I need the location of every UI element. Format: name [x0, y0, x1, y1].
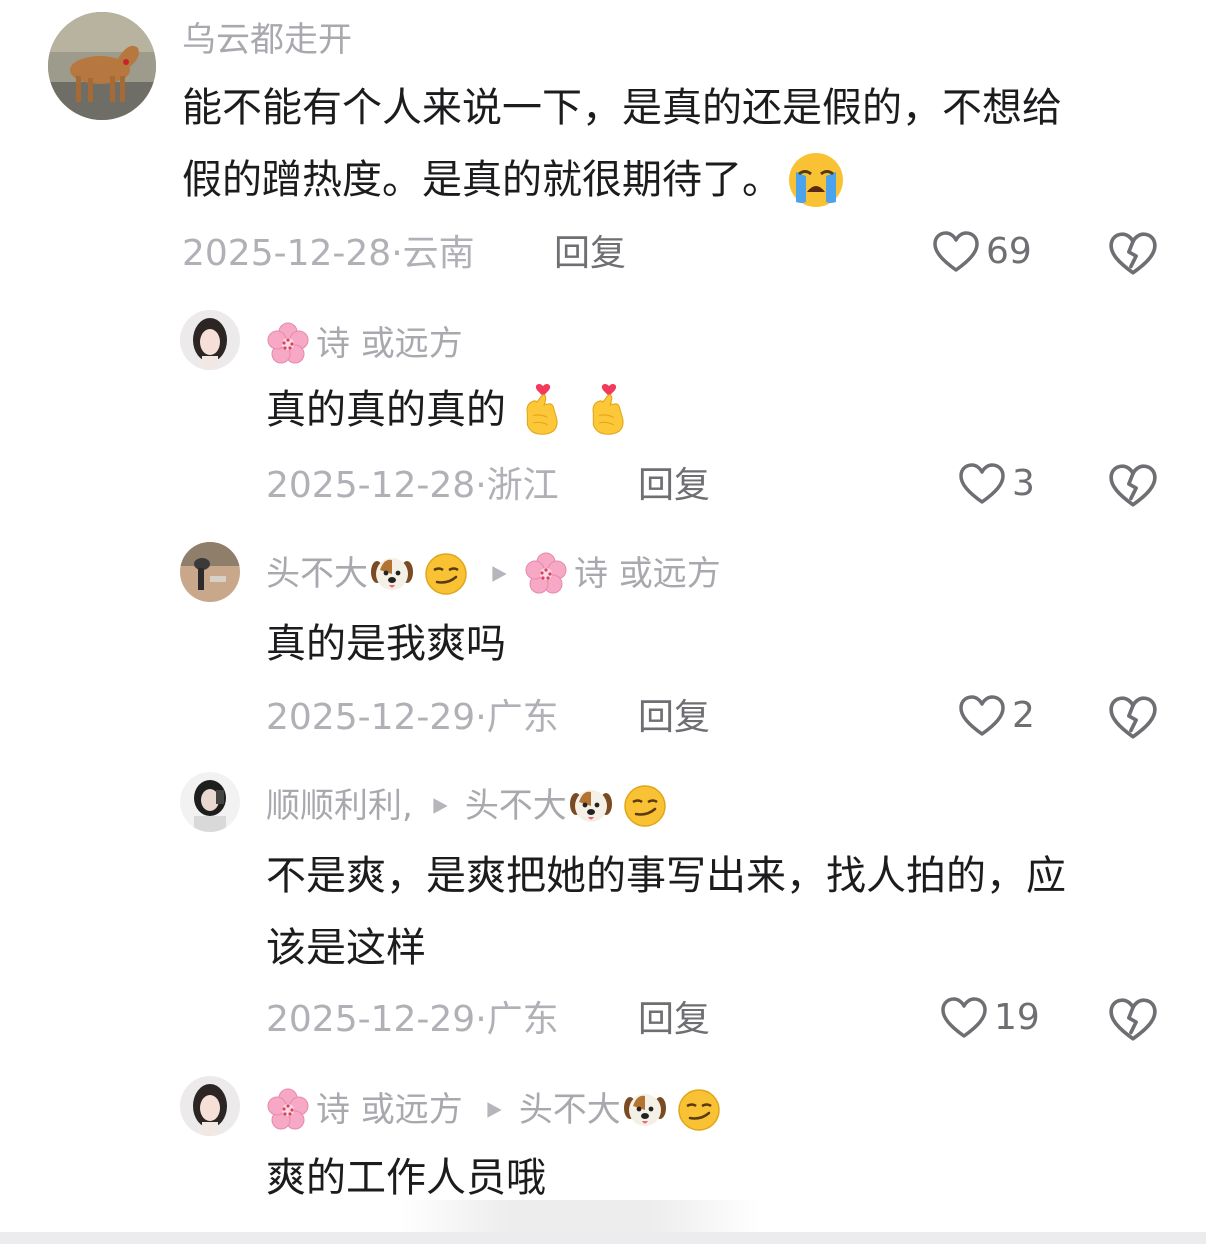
- like-count: 69: [986, 231, 1032, 272]
- heart-icon: [958, 462, 1006, 506]
- username[interactable]: 诗 或远方: [266, 322, 463, 366]
- reply-button[interactable]: 回复: [638, 1000, 710, 1040]
- bottom-divider: [0, 1232, 1206, 1244]
- username[interactable]: 乌云都走开: [182, 20, 352, 60]
- smirking-face-icon: [424, 552, 468, 596]
- like-count: 2: [1012, 695, 1035, 736]
- reply-button[interactable]: 回复: [638, 466, 710, 506]
- username[interactable]: 顺顺利利, 头不大: [266, 784, 667, 828]
- broken-heart-icon[interactable]: [1108, 461, 1158, 511]
- broken-heart-icon[interactable]: [1108, 693, 1158, 743]
- like-count: 3: [1012, 463, 1035, 504]
- comment-text: 真的真的真的: [266, 374, 632, 446]
- finger-heart-icon: [586, 382, 632, 438]
- comment-meta: 2025-12-28·浙江: [266, 465, 559, 506]
- heart-icon: [958, 694, 1006, 738]
- dog-face-icon: [569, 784, 613, 828]
- cherry-blossom-icon: [266, 1088, 310, 1132]
- username[interactable]: 头不大 诗 或远方: [266, 552, 721, 596]
- username[interactable]: 诗 或远方 头不大: [266, 1088, 721, 1132]
- avatar-girl-photo-icon: [180, 1076, 240, 1136]
- like-button[interactable]: 3: [958, 462, 1035, 506]
- like-button[interactable]: 2: [958, 694, 1035, 738]
- loudly-crying-face-icon: [786, 150, 846, 210]
- comment-text: 不是爽，是爽把她的事写出来，找人拍的，应 该是这样: [266, 853, 1066, 971]
- reply-button[interactable]: 回复: [638, 698, 710, 738]
- finger-heart-icon: [520, 382, 566, 438]
- avatar-dog-photo-icon: [48, 12, 156, 120]
- comment-meta: 2025-12-29·广东: [266, 999, 559, 1040]
- smirking-face-icon: [623, 784, 667, 828]
- like-button[interactable]: 19: [940, 996, 1040, 1040]
- dog-face-icon: [623, 1088, 667, 1132]
- cherry-blossom-icon: [266, 322, 310, 366]
- heart-icon: [940, 996, 988, 1040]
- comment-meta: 2025-12-29·广东: [266, 697, 559, 738]
- watermark-overlay: [400, 1200, 760, 1236]
- avatar[interactable]: [180, 542, 240, 602]
- avatar[interactable]: [180, 772, 240, 832]
- avatar[interactable]: [180, 310, 240, 370]
- avatar[interactable]: [48, 12, 156, 120]
- like-count: 19: [994, 997, 1040, 1038]
- reply-arrow-icon: [488, 563, 510, 585]
- broken-heart-icon[interactable]: [1108, 995, 1158, 1045]
- avatar[interactable]: [180, 1076, 240, 1136]
- heart-icon: [932, 230, 980, 274]
- avatar-selfie-photo-icon: [180, 772, 240, 832]
- comment-text: 能不能有个人来说一下，是真的还是假的，不想给 假的蹭热度。是真的就很期待了。: [182, 72, 1062, 216]
- cherry-blossom-icon: [524, 552, 568, 596]
- avatar-girl-photo-icon: [180, 310, 240, 370]
- like-button[interactable]: 69: [932, 230, 1032, 274]
- broken-heart-icon[interactable]: [1108, 229, 1158, 279]
- smirking-face-icon: [677, 1088, 721, 1132]
- reply-button[interactable]: 回复: [554, 234, 626, 274]
- reply-arrow-icon: [429, 795, 451, 817]
- avatar-outdoor-photo-icon: [180, 542, 240, 602]
- reply-arrow-icon: [483, 1099, 505, 1121]
- comment-meta: 2025-12-28·云南: [182, 233, 475, 274]
- comment-text: 真的是我爽吗: [266, 621, 506, 667]
- dog-face-icon: [370, 552, 414, 596]
